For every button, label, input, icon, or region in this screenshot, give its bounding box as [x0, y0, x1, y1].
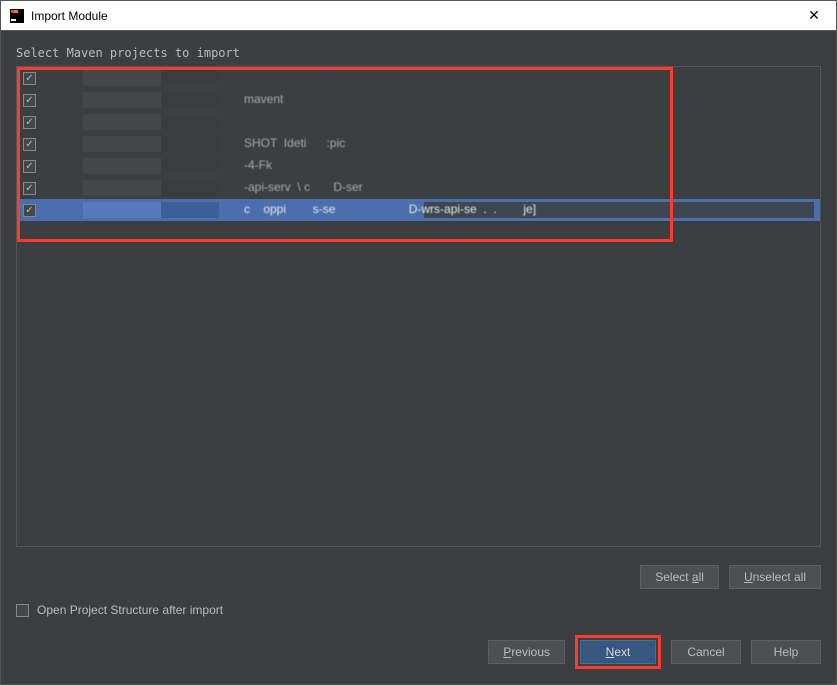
select-all-button[interactable]: Select all	[640, 565, 719, 589]
project-label: -api-serv \ c D-ser	[44, 180, 814, 196]
button-label: Select all	[655, 570, 704, 584]
project-label: -4-Fk	[44, 158, 814, 174]
project-checkbox[interactable]	[23, 182, 36, 195]
list-item[interactable]: mavent	[17, 89, 820, 111]
intellij-icon	[9, 8, 25, 24]
help-button[interactable]: Help	[751, 640, 821, 664]
button-label: Previous	[503, 645, 550, 659]
title-left: Import Module	[9, 8, 108, 24]
button-label[interactable]: Cancel	[687, 645, 724, 659]
project-checkbox[interactable]	[23, 94, 36, 107]
list-item[interactable]: SHOT Ideti :pic	[17, 133, 820, 155]
instruction-label: Select Maven projects to import	[16, 46, 821, 60]
list-item[interactable]: -4-Fk	[17, 155, 820, 177]
unselect-all-button[interactable]: Unselect all	[729, 565, 821, 589]
list-item[interactable]: -api-serv \ c D-ser	[17, 177, 820, 199]
open-project-structure-label: Open Project Structure after import	[37, 603, 223, 617]
project-checkbox[interactable]	[23, 204, 36, 217]
import-module-window: Import Module ✕ Select Maven projects to…	[0, 0, 837, 685]
project-label	[44, 70, 814, 86]
annotation-next-highlight: Next	[575, 635, 661, 669]
list-item[interactable]	[17, 67, 820, 89]
project-checkbox[interactable]	[23, 116, 36, 129]
project-list[interactable]: mavent SHOT Ideti :pic -4-Fk -api-serv \ c …	[16, 66, 821, 547]
open-project-structure-row[interactable]: Open Project Structure after import	[16, 603, 821, 617]
titlebar: Import Module ✕	[1, 1, 836, 31]
window-title: Import Module	[31, 9, 108, 23]
open-project-structure-checkbox[interactable]	[16, 604, 29, 617]
next-button[interactable]: Next	[580, 640, 656, 664]
button-label[interactable]: Help	[774, 645, 799, 659]
cancel-button[interactable]: Cancel	[671, 640, 741, 664]
project-label: c oppi s-se D-wrs-api-se . . je]	[44, 202, 814, 218]
project-label	[44, 114, 814, 130]
close-button[interactable]: ✕	[800, 5, 828, 27]
project-checkbox[interactable]	[23, 72, 36, 85]
list-item[interactable]	[17, 111, 820, 133]
project-checkbox[interactable]	[23, 160, 36, 173]
button-label: Unselect all	[744, 570, 806, 584]
list-item[interactable]: c oppi s-se D-wrs-api-se . . je]	[17, 199, 820, 221]
project-checkbox[interactable]	[23, 138, 36, 151]
project-label: mavent	[44, 92, 814, 108]
button-label: Next	[606, 645, 631, 659]
wizard-button-row: Previous Next Cancel Help	[16, 635, 821, 669]
previous-button[interactable]: Previous	[488, 640, 565, 664]
content-area: Select Maven projects to import mavent SH…	[1, 31, 836, 684]
project-label: SHOT Ideti :pic	[44, 136, 814, 152]
select-button-row: Select all Unselect all	[16, 565, 821, 589]
